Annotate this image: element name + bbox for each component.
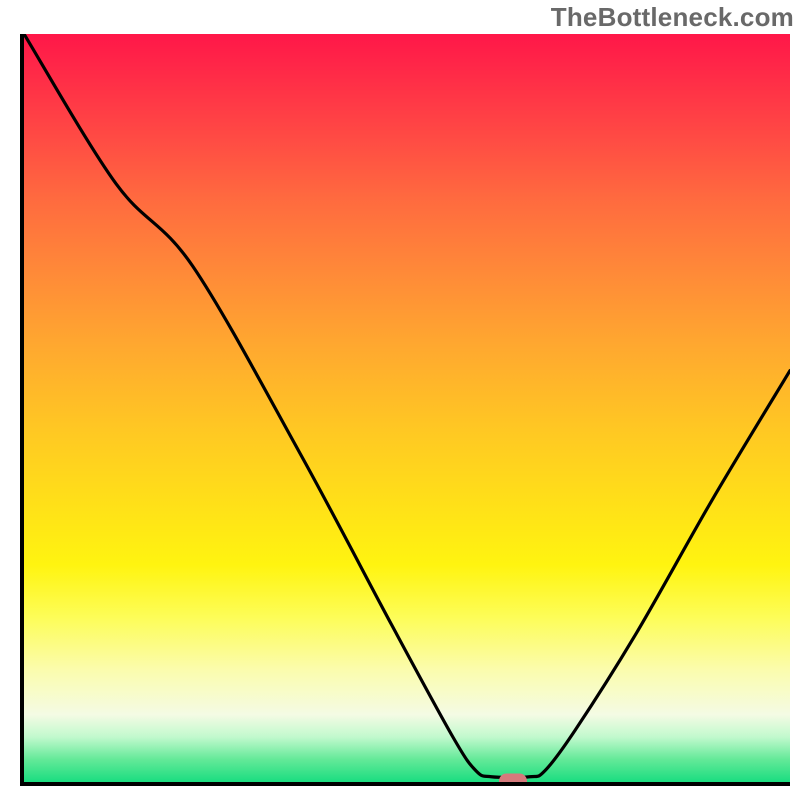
bottleneck-curve — [24, 34, 790, 782]
optimum-marker — [499, 773, 527, 786]
chart-frame: TheBottleneck.com — [0, 0, 800, 800]
plot-area — [20, 34, 790, 786]
watermark-text: TheBottleneck.com — [551, 2, 794, 33]
